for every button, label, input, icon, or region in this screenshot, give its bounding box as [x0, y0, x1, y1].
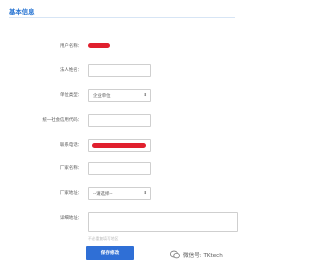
- legal-person-input[interactable]: [88, 64, 151, 77]
- factory-name-label: 厂家名称：: [60, 166, 82, 171]
- select-arrows-icon: ⬍: [143, 92, 147, 97]
- company-type-select[interactable]: 企业单位 ⬍: [88, 89, 151, 102]
- row-credit-code: 统一社会信用代码：: [0, 114, 244, 130]
- row-company-type: 单位类型： 企业单位 ⬍: [0, 89, 244, 105]
- factory-address-select[interactable]: --请选择-- ⬍: [88, 187, 151, 200]
- company-type-label: 单位类型：: [60, 93, 82, 98]
- user-name-label: 用户名称：: [60, 44, 82, 49]
- wechat-icon: [170, 250, 180, 259]
- section-title: 基本信息: [9, 8, 35, 16]
- detail-address-hint: 不必重复填写地区: [88, 236, 119, 241]
- redacted-user-name: [88, 43, 110, 48]
- watermark-text: 微信号: TKtech: [183, 252, 223, 259]
- detail-address-input[interactable]: [88, 212, 238, 232]
- watermark: 微信号: TKtech: [170, 250, 223, 259]
- row-detail-address: 详细地址：: [0, 212, 244, 232]
- detail-address-label: 详细地址：: [60, 216, 82, 221]
- section-divider: [9, 17, 235, 18]
- credit-code-input[interactable]: [88, 114, 151, 127]
- factory-name-input[interactable]: [88, 162, 151, 175]
- row-legal-person: 法人姓名：: [0, 64, 244, 80]
- factory-address-value: --请选择--: [93, 191, 113, 197]
- row-contact-phone: 联系电话：: [0, 139, 244, 155]
- row-user-name: 用户名称：: [0, 40, 244, 56]
- company-type-value: 企业单位: [93, 93, 111, 99]
- redacted-contact-phone: [92, 143, 146, 148]
- basic-info-page: 基本信息 用户名称： 法人姓名： 单位类型： 企业单位 ⬍ 统一社会信用代码： …: [0, 0, 244, 267]
- select-arrows-icon: ⬍: [143, 190, 147, 195]
- row-factory-address: 厂家地址： --请选择-- ⬍: [0, 187, 244, 203]
- contact-phone-label: 联系电话：: [60, 143, 82, 148]
- legal-person-label: 法人姓名：: [60, 68, 82, 73]
- factory-address-label: 厂家地址：: [60, 191, 82, 196]
- row-factory-name: 厂家名称：: [0, 162, 244, 178]
- save-button[interactable]: 保存修改: [86, 246, 134, 260]
- contact-phone-input[interactable]: [88, 139, 151, 152]
- credit-code-label: 统一社会信用代码：: [42, 118, 82, 123]
